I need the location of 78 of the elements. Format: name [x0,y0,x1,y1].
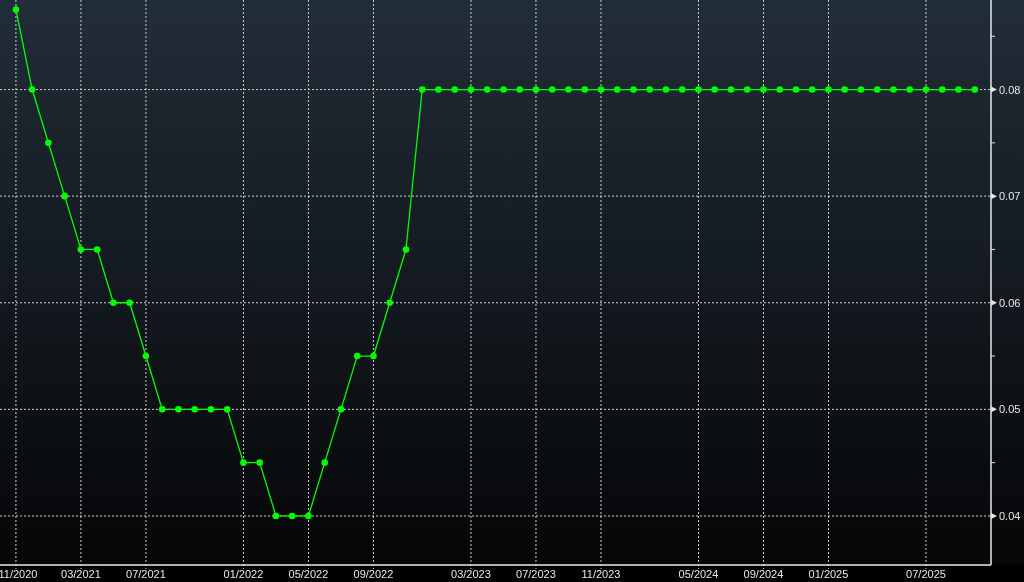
data-point [873,86,881,93]
axis-label: 0.04 [999,509,1021,522]
data-point [678,86,686,93]
data-point [158,406,166,413]
data-point [12,6,20,13]
data-point [662,86,670,93]
data-point [45,139,52,147]
data-point [321,459,328,466]
data-point [711,86,719,93]
data-point [305,512,312,520]
data-point [922,86,930,93]
axis-label: 05/2024 [678,568,719,580]
axis-label: 07/2021 [126,568,166,580]
data-point [646,86,653,93]
axis-label: 03/2023 [451,568,491,580]
data-point [760,86,767,93]
data-point [126,299,133,307]
data-point [337,406,345,413]
data-point [77,246,85,253]
axis-label: 01/2025 [808,568,849,580]
data-point [61,192,68,200]
data-point [792,86,800,93]
data-point [695,86,702,93]
data-point [451,86,458,93]
axis-label: 0.08 [999,83,1021,96]
axis-label: 0.06 [999,296,1021,309]
data-point [857,86,865,93]
data-point [110,299,117,307]
axis-label: 0.07 [999,190,1021,203]
data-point [435,86,442,93]
data-point [613,86,621,93]
axis-label: 07/2023 [516,568,556,580]
axis-label: 03/2021 [61,568,101,580]
data-point [418,86,426,93]
data-point [776,86,784,93]
data-point [28,86,36,93]
data-point [386,299,393,307]
data-point [548,86,556,93]
axis-label: 05/2022 [288,568,329,580]
axis-label: 09/2022 [353,568,394,580]
data-point [808,86,816,93]
axis-label: 11/2020 [0,568,38,580]
data-point [597,86,605,93]
data-point [565,86,572,93]
data-point [207,406,215,413]
data-point [223,406,231,413]
data-point [191,406,198,413]
data-point [581,86,588,93]
data-point [906,86,914,93]
axis-label: 0.05 [999,403,1021,416]
data-point [727,86,735,93]
data-point [93,246,101,253]
axis-label: 01/2022 [223,568,264,580]
data-point [256,459,263,466]
axis-label: 11/2023 [581,568,621,580]
data-point [240,459,247,466]
data-point [955,86,962,93]
data-point [402,246,410,253]
data-point [532,86,540,93]
data-point [467,86,475,93]
axis-label: 07/2025 [906,568,946,580]
axis-label: 09/2024 [743,568,784,580]
data-point [971,86,979,93]
data-point [483,86,491,93]
data-point [938,86,946,93]
data-point [890,86,897,93]
data-point [743,86,751,93]
data-point [142,352,150,360]
data-point [288,512,296,520]
data-point [353,352,361,360]
data-point [272,512,280,520]
data-point [841,86,849,93]
data-point [370,352,377,360]
data-point [825,86,832,93]
data-point [630,86,637,93]
data-point [500,86,507,93]
data-point [175,406,182,413]
data-point [516,86,523,93]
